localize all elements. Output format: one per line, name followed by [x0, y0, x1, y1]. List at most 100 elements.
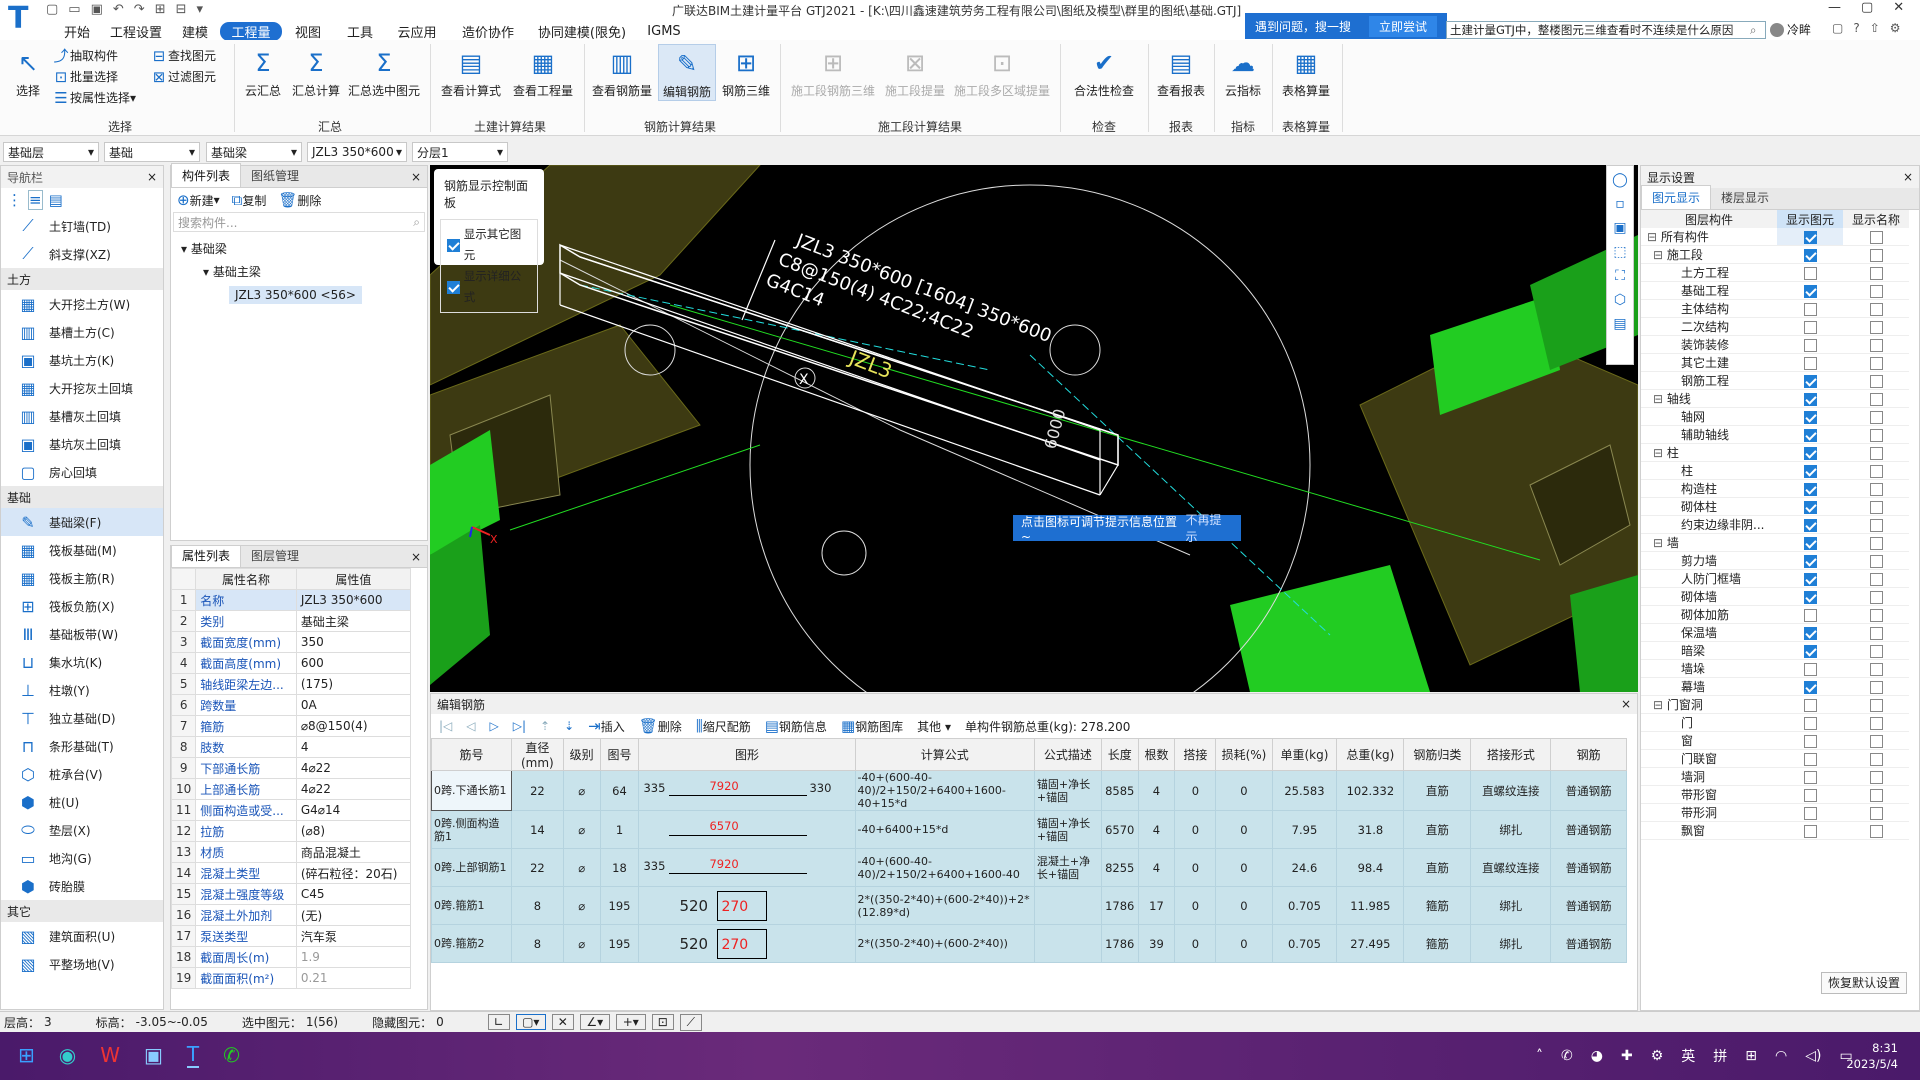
display-setting-row[interactable]: ⊟ 门窗洞	[1641, 695, 1909, 714]
show-element-checkbox[interactable]	[1803, 716, 1817, 730]
rebar-cell-len[interactable]: 1786	[1100, 924, 1139, 963]
app-logo[interactable]: T	[8, 2, 38, 36]
stage-rebar-3d-button[interactable]: ⊞ 施工段钢筋三维	[786, 44, 880, 99]
pin-icon[interactable]: ⇧	[1870, 21, 1880, 35]
rebar-cell-total[interactable]: 11.985	[1336, 886, 1405, 925]
property-row[interactable]: 16 混凝土外加剂 (无)	[171, 904, 412, 926]
tab-element-display[interactable]: 图元显示	[1641, 185, 1712, 209]
prop-value[interactable]: 0.21	[295, 967, 412, 989]
other-dropdown[interactable]: 其他 ▾	[917, 718, 951, 735]
display-setting-row[interactable]: ⊟ 轴线	[1641, 389, 1909, 408]
batch-select-button[interactable]: ⊡ 批量选择	[52, 67, 136, 88]
rebar-cell-grade[interactable]: ⌀	[562, 848, 601, 887]
display-setting-row[interactable]: 砌体柱	[1641, 497, 1909, 516]
rebar-cell-grade[interactable]: ⌀	[562, 810, 601, 849]
rebar-cell-unit[interactable]: 0.705	[1271, 886, 1338, 925]
display-setting-row[interactable]: 砌体墙	[1641, 587, 1909, 606]
tab-drawing-manage[interactable]: 图纸管理	[241, 164, 309, 187]
nav-item-found-2[interactable]: ▦ 筏板基础(M)	[1, 536, 163, 564]
wechat-icon[interactable]: ✆	[223, 1043, 240, 1067]
measure-icon[interactable]: ⟋	[679, 1013, 702, 1031]
dynamic-view-icon[interactable]: ⬚	[1613, 244, 1626, 260]
nav-item-found-8[interactable]: ⊤ 独立基础(D)	[1, 704, 163, 732]
show-element-checkbox[interactable]	[1803, 374, 1817, 388]
property-row[interactable]: 14 混凝土类型 (碎石粒径：20石)	[171, 862, 412, 884]
show-element-checkbox[interactable]	[1803, 554, 1817, 568]
display-setting-row[interactable]: 二次结构	[1641, 317, 1909, 336]
nav-item-found-11[interactable]: ⬢ 桩(U)	[1, 788, 163, 816]
show-name-checkbox[interactable]	[1869, 734, 1883, 748]
display-setting-row[interactable]: ⊟ 墙	[1641, 533, 1909, 552]
rebar-cell-lapform[interactable]: 绑扎	[1470, 886, 1552, 925]
menu-quantity[interactable]: 工程量	[220, 21, 282, 41]
rebar-cell-dia[interactable]: 14	[510, 810, 564, 849]
rebar-cell-name[interactable]: 0跨.箍筋1	[431, 886, 512, 925]
show-name-checkbox[interactable]	[1869, 464, 1883, 478]
dynamic-input-icon[interactable]: ⊡	[651, 1014, 674, 1030]
show-element-checkbox[interactable]	[1803, 626, 1817, 640]
show-element-checkbox[interactable]	[1803, 320, 1817, 334]
rebar-cell-type[interactable]: 普通钢筋	[1550, 810, 1627, 849]
show-name-checkbox[interactable]	[1869, 662, 1883, 676]
show-element-checkbox[interactable]	[1803, 824, 1817, 838]
cube-view-icon[interactable]: ⬡	[1614, 292, 1626, 308]
note-icon[interactable]: ▤	[1613, 316, 1626, 332]
nav-item-found-13[interactable]: ▭ 地沟(G)	[1, 844, 163, 872]
nav-section-foundation[interactable]: 基础	[1, 486, 163, 508]
show-name-checkbox[interactable]	[1869, 806, 1883, 820]
rebar-cell-cls[interactable]: 箍筋	[1403, 886, 1472, 925]
menu-cost-collab[interactable]: 造价协作	[448, 22, 528, 41]
display-setting-row[interactable]: 门	[1641, 713, 1909, 732]
component-search-input[interactable]: 搜索构件... ⌕	[173, 212, 425, 232]
tab-component-list[interactable]: 构件列表	[171, 163, 242, 187]
gtj-app-icon[interactable]: T	[186, 1042, 200, 1068]
rebar-cell-grade[interactable]: ⌀	[562, 770, 601, 811]
edit-rebar-close-icon[interactable]: ×	[1621, 697, 1631, 711]
new-file-icon[interactable]: ▢	[46, 2, 58, 17]
nav-close-icon[interactable]: ×	[147, 170, 157, 184]
rebar-cell-name[interactable]: 0跨.箍筋2	[431, 924, 512, 963]
ime-mode[interactable]: 拼	[1713, 1046, 1727, 1066]
nav-section-earth[interactable]: 土方	[1, 268, 163, 290]
show-name-checkbox[interactable]	[1869, 590, 1883, 604]
show-element-checkbox[interactable]	[1803, 770, 1817, 784]
property-row[interactable]: 6 跨数量 0A	[171, 694, 412, 716]
show-element-checkbox[interactable]	[1803, 806, 1817, 820]
rebar-col-header[interactable]: 直径(mm)	[510, 738, 564, 771]
rebar-cell-grade[interactable]: ⌀	[562, 924, 601, 963]
property-row[interactable]: 3 截面宽度(mm) 350	[171, 631, 412, 653]
rebar-shape[interactable]: 6570	[638, 810, 856, 849]
nav-item-found-7[interactable]: ⊥ 柱墩(Y)	[1, 676, 163, 704]
show-other-elements-checkbox[interactable]: 显示其它图元	[447, 224, 531, 266]
tray-qq-icon[interactable]: ◕	[1591, 1048, 1603, 1064]
layer-select[interactable]: 分层1 ▾	[412, 142, 508, 162]
show-element-checkbox[interactable]	[1803, 752, 1817, 766]
rebar-cell-formula[interactable]: 2*((350-2*40)+(600-2*40))+2*(12.89*d)	[854, 886, 1035, 925]
maximize-icon[interactable]: ▢	[1861, 0, 1873, 15]
prop-value[interactable]: 商品混凝土	[295, 841, 412, 863]
rebar-cell-cls[interactable]: 直筋	[1403, 770, 1472, 811]
rebar-cell-dia[interactable]: 8	[510, 886, 564, 925]
rebar-info-button[interactable]: ▤ 钢筋信息	[765, 717, 827, 735]
select-by-attr-button[interactable]: ☰ 按属性选择 ▾	[52, 88, 136, 109]
show-element-checkbox[interactable]	[1803, 302, 1817, 316]
display-setting-row[interactable]: 约束边缘非阴...	[1641, 515, 1909, 534]
undo-icon[interactable]: ↶	[113, 2, 124, 17]
nav-section-other[interactable]: 其它	[1, 900, 163, 922]
show-element-checkbox[interactable]	[1803, 428, 1817, 442]
rebar-row[interactable]: 0跨.箍筋1 8 ⌀ 195 520 270 2*((350-2*40)+(600-2*40…	[431, 886, 1627, 925]
rebar-col-header[interactable]: 钢筋	[1550, 738, 1627, 771]
prop-value[interactable]: 0A	[295, 694, 412, 716]
prop-value[interactable]: (碎石粒径：20石)	[295, 862, 412, 884]
show-name-checkbox[interactable]	[1869, 644, 1883, 658]
rebar-row[interactable]: 0跨.下通长筋1 22 ⌀ 64 335 7920 330 -40+(600-40-40)/2…	[431, 770, 1627, 811]
show-element-checkbox[interactable]	[1803, 266, 1817, 280]
show-element-checkbox[interactable]	[1803, 248, 1817, 262]
show-name-checkbox[interactable]	[1869, 500, 1883, 514]
rebar-col-header[interactable]: 损耗(%)	[1215, 738, 1273, 771]
property-row[interactable]: 4 截面高度(mm) 600	[171, 652, 412, 674]
copy-component-button[interactable]: ⧉ 复制	[232, 191, 267, 209]
prop-value[interactable]: 600	[295, 652, 412, 674]
wps-icon[interactable]: W	[100, 1043, 120, 1067]
display-setting-row[interactable]: 人防门框墙	[1641, 569, 1909, 588]
